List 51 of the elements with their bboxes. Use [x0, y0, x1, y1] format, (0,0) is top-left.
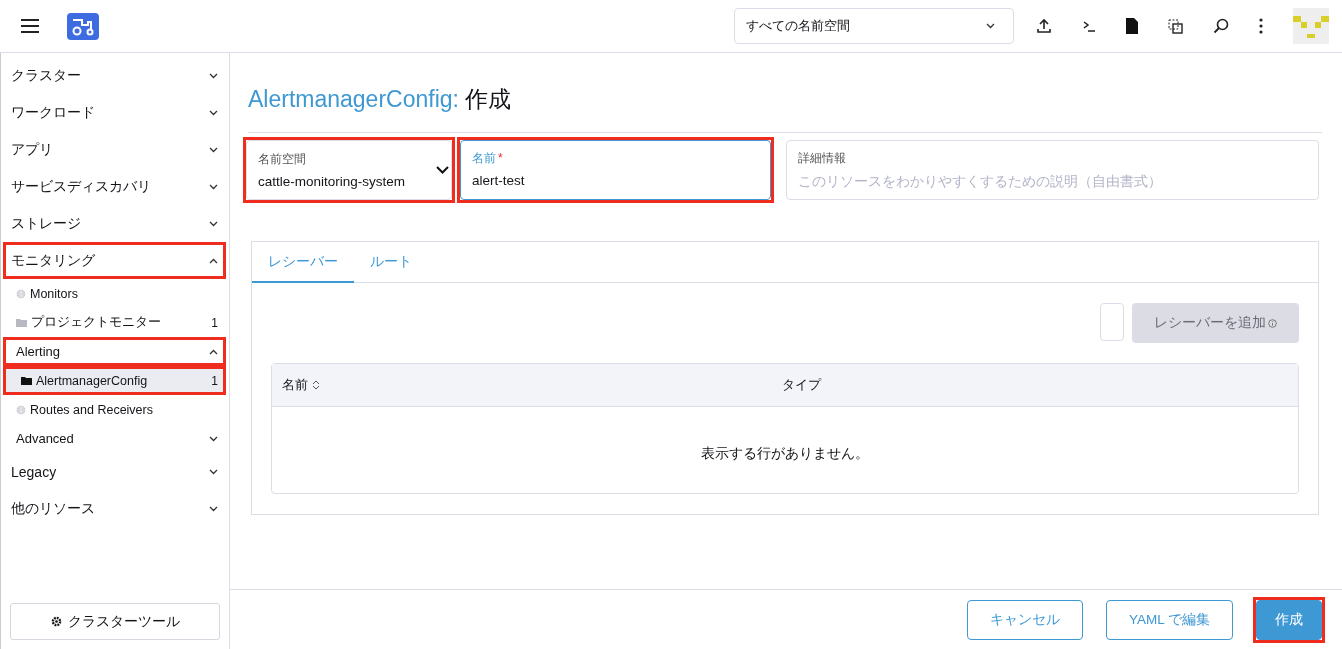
sidebar-item[interactable]: Monitors [6, 282, 223, 305]
name-input-field[interactable]: 名前 * alert-test [460, 140, 771, 200]
sidebar-group[interactable]: Alerting [6, 340, 223, 363]
copy-icon[interactable] [1168, 18, 1183, 34]
sidebar-group[interactable]: ワークロード [6, 97, 223, 128]
cluster-tools-button[interactable]: クラスターツール [10, 603, 220, 640]
chevron-down-icon [209, 72, 218, 79]
globe-icon [16, 288, 26, 299]
empty-table-message: 表示する行がありません。 [700, 445, 870, 463]
sidebar-group[interactable]: Advanced [6, 427, 223, 450]
upload-icon[interactable] [1036, 18, 1052, 34]
checkbox[interactable] [1100, 303, 1124, 341]
sidebar-item[interactable]: AlertmanagerConfig 1 [6, 369, 223, 392]
chevron-down-icon [209, 220, 218, 227]
folder-icon [21, 376, 32, 385]
sidebar-group[interactable]: Legacy [6, 456, 223, 487]
chevron-down-icon [209, 183, 218, 190]
chevron-down-icon [209, 505, 218, 512]
chevron-down-icon [209, 146, 218, 153]
chevron-down-icon [986, 23, 995, 29]
info-icon [1268, 318, 1277, 328]
namespace-select[interactable]: 名前空間 cattle-monitoring-system [246, 140, 452, 200]
menu-icon[interactable] [20, 19, 40, 33]
sidebar-group[interactable]: サービスディスカバリ [6, 171, 223, 202]
file-icon[interactable] [1126, 18, 1138, 34]
column-header[interactable]: 名前 [272, 376, 782, 394]
chevron-up-icon [209, 257, 218, 264]
globe-icon [16, 404, 26, 415]
more-icon[interactable] [1259, 18, 1263, 34]
description-input-field[interactable]: 詳細情報 このリソースをわかりやすくするための説明（自由書式） [786, 140, 1319, 200]
folder-icon [16, 318, 27, 327]
chevron-down-icon [209, 435, 218, 442]
sidebar-group[interactable]: モニタリング [6, 245, 223, 276]
tractor-logo-icon[interactable] [67, 12, 99, 40]
chevron-down-icon [209, 109, 218, 116]
sidebar-group[interactable]: アプリ [6, 134, 223, 165]
gear-icon [50, 616, 62, 627]
namespace-dropdown[interactable]: すべての名前空間 [734, 8, 1014, 44]
sort-icon [312, 380, 320, 390]
page-title: AlertmanagerConfig: 作成 [248, 85, 513, 114]
terminal-icon[interactable] [1082, 19, 1096, 33]
chevron-down-icon [209, 468, 218, 475]
sidebar-item[interactable]: Routes and Receivers [6, 398, 223, 421]
column-header: タイプ [782, 376, 823, 394]
chevron-down-icon [436, 166, 449, 174]
sidebar-item[interactable]: プロジェクトモニター 1 [6, 311, 223, 334]
chevron-up-icon [209, 348, 218, 355]
sidebar-group[interactable]: ストレージ [6, 208, 223, 239]
sidebar-group[interactable]: 他のリソース [6, 493, 223, 524]
sidebar-group[interactable]: クラスター [6, 60, 223, 91]
search-icon[interactable] [1213, 18, 1229, 34]
